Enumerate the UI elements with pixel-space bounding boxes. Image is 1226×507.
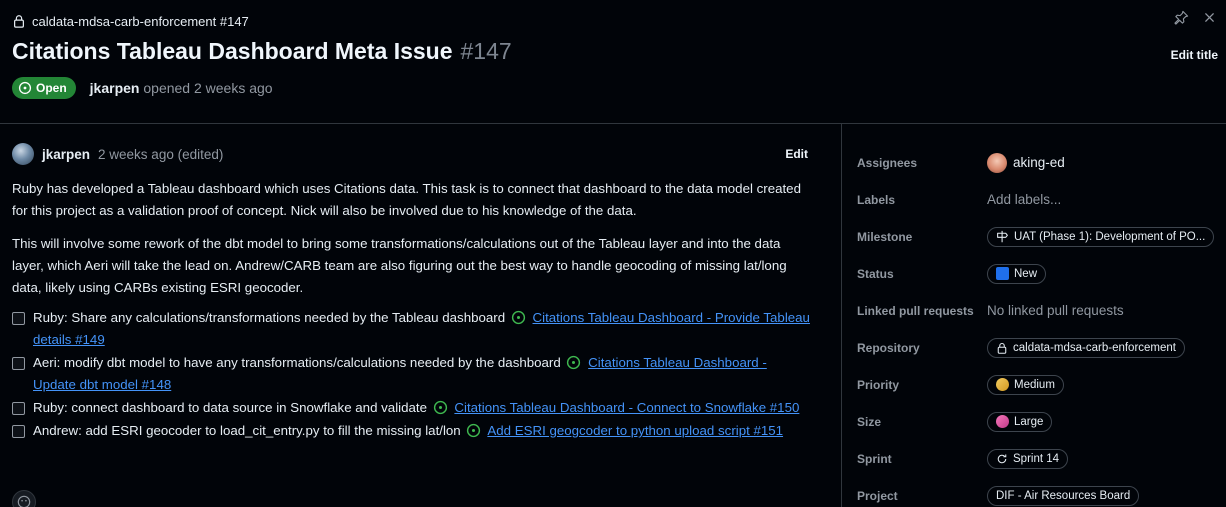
issue-author[interactable]: jkarpen (90, 80, 140, 96)
sprint-pill[interactable]: Sprint 14 (987, 448, 1069, 469)
opened-text: opened 2 weeks ago (143, 80, 273, 96)
new-icon (996, 267, 1009, 280)
avatar[interactable] (12, 143, 34, 165)
project-label: Project (857, 488, 898, 503)
status-value: New (1014, 267, 1038, 280)
task-checkbox[interactable] (12, 402, 25, 415)
issue-open-icon (433, 400, 447, 415)
labels-label: Labels (857, 192, 896, 207)
sidebar-assignees[interactable]: Assignees aking-ed (857, 144, 1221, 181)
task-issue-link[interactable]: Citations Tableau Dashboard - Connect to… (454, 400, 799, 415)
assignees-label: Assignees (857, 155, 918, 170)
sidebar-milestone[interactable]: Milestone UAT (Phase 1): Development of … (857, 218, 1221, 255)
repo-ref: caldata-mdsa-carb-enforcement #147 (32, 13, 249, 29)
body-paragraph: This will involve some rework of the dbt… (12, 236, 787, 295)
repository-pill[interactable]: caldata-mdsa-carb-enforcement (987, 337, 1185, 358)
sprint-label: Sprint (857, 451, 892, 466)
comment-meta[interactable]: 2 weeks ago (edited) (98, 147, 223, 162)
assignee-name[interactable]: aking-ed (1013, 155, 1065, 170)
sidebar-sprint[interactable]: Sprint Sprint 14 (857, 440, 1221, 477)
repository-value: caldata-mdsa-carb-enforcement (1013, 341, 1176, 354)
repository-label: Repository (857, 340, 920, 355)
task-text: Ruby: Share any calculations/transformat… (33, 310, 506, 325)
iteration-icon (997, 454, 1007, 463)
smiley-icon (17, 495, 31, 507)
milestone-value: UAT (Phase 1): Development of PO... (1014, 230, 1206, 243)
size-value: Large (1014, 415, 1044, 428)
task-issue-link[interactable]: Add ESRI geogcoder to python upload scri… (487, 423, 783, 438)
state-label: Open (36, 81, 67, 95)
task-item: Aeri: modify dbt model to have any trans… (12, 352, 820, 396)
task-text: Andrew: add ESRI geocoder to load_cit_en… (33, 423, 461, 438)
sidebar-repository[interactable]: Repository caldata-mdsa-carb-enforcement (857, 329, 1221, 366)
status-pill[interactable]: New (987, 263, 1047, 284)
size-pill[interactable]: Large (987, 411, 1053, 432)
priority-value: Medium (1014, 378, 1055, 391)
task-checkbox[interactable] (12, 425, 25, 438)
priority-label: Priority (857, 377, 900, 392)
milestone-label: Milestone (857, 229, 913, 244)
milestone-icon (997, 230, 1008, 243)
sidebar-size[interactable]: Size Large (857, 403, 1221, 440)
edit-title-button[interactable]: Edit title (1171, 48, 1218, 62)
linked-prs-value: No linked pull requests (987, 303, 1124, 318)
sidebar-priority[interactable]: Priority Medium (857, 366, 1221, 403)
issue-open-icon (511, 310, 525, 325)
milestone-pill[interactable]: UAT (Phase 1): Development of PO... (987, 226, 1215, 247)
issue-title-row: Citations Tableau Dashboard Meta Issue #… (12, 38, 512, 65)
issue-body: jkarpen 2 weeks ago (edited) Edit Ruby h… (12, 140, 820, 443)
task-text: Ruby: connect dashboard to data source i… (33, 400, 427, 415)
close-icon[interactable] (1203, 10, 1216, 25)
labels-value[interactable]: Add labels... (987, 192, 1061, 207)
task-checkbox[interactable] (12, 312, 25, 325)
issue-number: #147 (460, 38, 512, 64)
sidebar-linked-prs[interactable]: Linked pull requests No linked pull requ… (857, 292, 1221, 329)
repo-breadcrumb[interactable]: caldata-mdsa-carb-enforcement #147 (12, 11, 249, 31)
project-pill[interactable]: DIF - Air Resources Board (987, 485, 1140, 506)
sidebar-labels[interactable]: Labels Add labels... (857, 181, 1221, 218)
sidebar-divider (841, 123, 842, 507)
lock-icon (12, 14, 26, 28)
add-reaction-button[interactable] (12, 490, 36, 507)
size-label: Size (857, 414, 882, 429)
issue-open-icon (467, 423, 481, 438)
task-item: Ruby: Share any calculations/transformat… (12, 307, 820, 351)
sidebar-status[interactable]: Status New (857, 255, 1221, 292)
state-badge: Open (12, 77, 76, 99)
linked-prs-label: Linked pull requests (857, 303, 974, 318)
avatar[interactable] (987, 152, 1007, 173)
pin-icon[interactable] (1174, 10, 1189, 25)
task-text: Aeri: modify dbt model to have any trans… (33, 355, 561, 370)
task-item: Andrew: add ESRI geocoder to load_cit_en… (12, 420, 820, 442)
body-paragraph: Ruby has developed a Tableau dashboard w… (12, 181, 801, 218)
issue-open-icon (18, 81, 32, 95)
task-checkbox[interactable] (12, 357, 25, 370)
comment-author[interactable]: jkarpen (42, 147, 90, 162)
sidebar-project[interactable]: Project DIF - Air Resources Board (857, 477, 1221, 507)
status-label: Status (857, 266, 894, 281)
priority-pill[interactable]: Medium (987, 374, 1064, 395)
person-icon (996, 415, 1009, 428)
sprint-value: Sprint 14 (1013, 452, 1060, 465)
lock-icon (997, 342, 1007, 354)
edit-comment-button[interactable]: Edit (785, 147, 808, 161)
people-icon (996, 378, 1009, 391)
project-value: DIF - Air Resources Board (996, 489, 1131, 502)
issue-sidebar: Assignees aking-ed Labels Add labels... … (857, 144, 1221, 507)
task-list: Ruby: Share any calculations/transformat… (12, 307, 820, 442)
issue-title: Citations Tableau Dashboard Meta Issue (12, 38, 453, 64)
header-divider (0, 123, 1226, 124)
task-item: Ruby: connect dashboard to data source i… (12, 397, 820, 419)
issue-open-icon (567, 355, 581, 370)
